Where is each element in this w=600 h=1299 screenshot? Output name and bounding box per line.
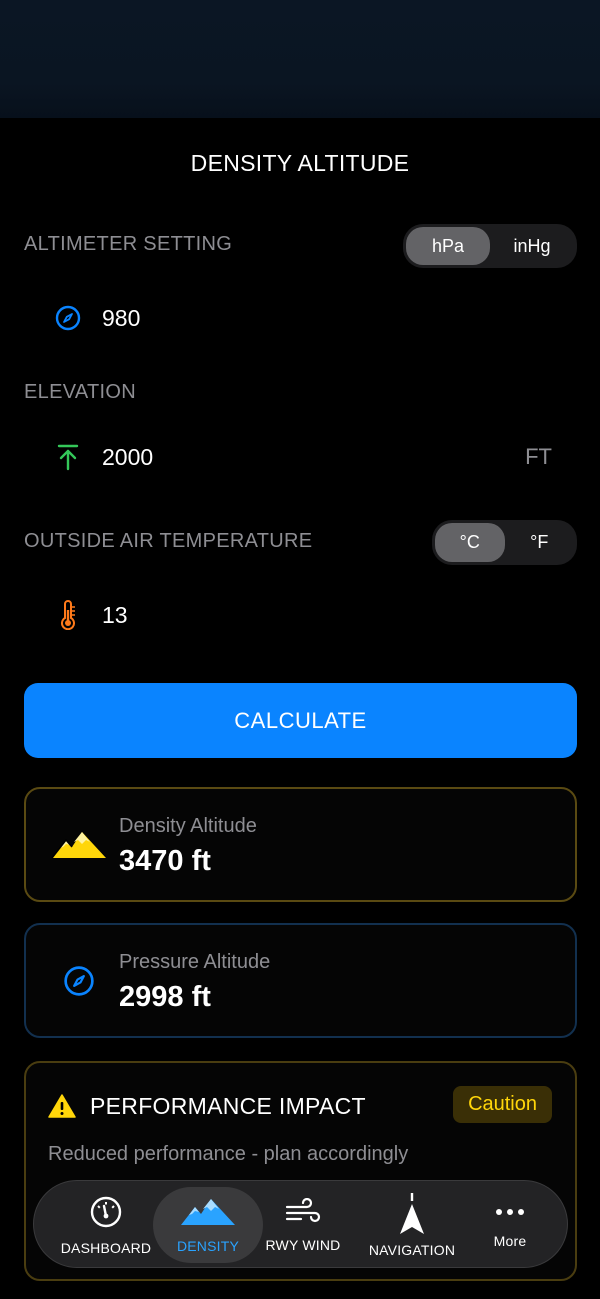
tab-label: More [493,1232,527,1249]
temperature-value: 13 [102,601,128,628]
temperature-input[interactable]: 13 [24,587,576,643]
density-altitude-value: 3470 ft [119,845,211,877]
tab-dashboard[interactable]: DASHBOARD [56,1181,156,1269]
elevation-input[interactable]: 2000 FT [24,429,576,485]
unit-option-celsius[interactable]: °C [435,523,505,562]
density-altitude-label: Density Altitude [119,815,257,837]
tab-label: DASHBOARD [60,1239,152,1256]
navigation-arrow-icon [397,1192,427,1242]
status-badge: Caution [453,1086,552,1123]
elevation-value: 2000 [102,443,154,470]
mountains-icon [50,789,108,900]
elevation-unit: FT [525,444,552,469]
tab-navigation[interactable]: NAVIGATION [360,1181,464,1269]
tab-density[interactable]: DENSITY [153,1187,263,1263]
unit-option-fahrenheit[interactable]: °F [505,523,575,562]
wind-icon [285,1197,321,1231]
performance-impact-title: PERFORMANCE IMPACT [90,1093,366,1119]
outside-air-temperature-label: OUTSIDE AIR TEMPERATURE [24,530,313,552]
tab-label: NAVIGATION [368,1241,456,1258]
mountains-icon [179,1197,237,1232]
tab-label: RWY WIND [265,1236,341,1253]
page-title: DENSITY ALTITUDE [190,150,410,176]
arrow-up-icon [46,435,90,479]
compass-icon [50,925,108,1036]
gauge-icon [89,1195,123,1234]
altimeter-setting-label: ALTIMETER SETTING [24,233,233,255]
pressure-altitude-label: Pressure Altitude [119,951,271,973]
temperature-unit-toggle[interactable]: °C °F [432,520,577,565]
density-altitude-card: Density Altitude 3470 ft [24,787,577,902]
thermometer-icon [46,593,90,637]
calculate-button[interactable]: CALCULATE [24,683,577,758]
elevation-label: ELEVATION [24,381,136,403]
tab-rwy-wind[interactable]: RWY WIND [260,1181,346,1269]
altimeter-value: 980 [102,304,141,331]
altimeter-input[interactable]: 980 [24,290,576,346]
tab-more[interactable]: More [474,1181,546,1269]
ellipsis-icon [493,1202,527,1227]
compass-icon [46,296,90,340]
unit-option-inhg[interactable]: inHg [490,227,574,265]
status-bar-area [0,0,600,118]
performance-impact-description: Reduced performance - plan accordingly [48,1143,409,1165]
pressure-altitude-card: Pressure Altitude 2998 ft [24,923,577,1038]
altimeter-unit-toggle[interactable]: hPa inHg [403,224,577,268]
tab-label: DENSITY [176,1237,240,1254]
unit-option-hpa[interactable]: hPa [406,227,490,265]
pressure-altitude-value: 2998 ft [119,981,211,1013]
warning-icon [48,1093,76,1124]
tab-bar: DASHBOARD DENSITY RWY WIND NAVIGATION Mo… [33,1180,568,1268]
